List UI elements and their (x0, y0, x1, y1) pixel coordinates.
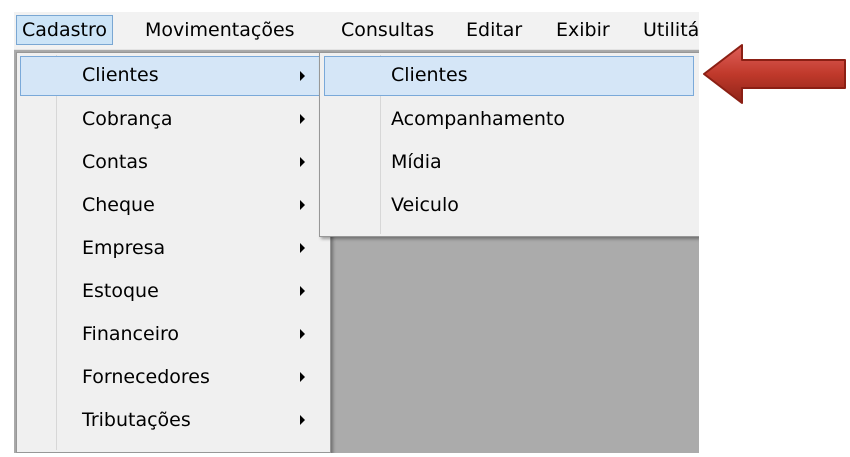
cadastro-item-fornecedores-label: Fornecedores (82, 366, 210, 388)
menu-cadastro-label: Cadastro (22, 19, 107, 41)
menu-editar[interactable]: Editar (460, 15, 528, 45)
cadastro-item-cobranca[interactable]: Cobrança (20, 99, 327, 139)
submenu-arrow-icon (300, 372, 305, 382)
submenu-item-veiculo-label: Veiculo (391, 194, 459, 216)
cadastro-item-clientes-label: Clientes (82, 64, 159, 86)
cadastro-item-cobranca-label: Cobrança (82, 108, 173, 130)
submenu-arrow-icon (300, 71, 305, 81)
cadastro-item-empresa-label: Empresa (82, 237, 166, 259)
submenu-item-midia-label: Mídia (391, 151, 442, 173)
cadastro-item-cheque[interactable]: Cheque (20, 185, 327, 225)
submenu-item-midia[interactable]: Mídia (324, 142, 694, 182)
submenu-arrow-icon (300, 286, 305, 296)
menu-consultas[interactable]: Consultas (335, 15, 440, 45)
submenu-item-acompanhamento[interactable]: Acompanhamento (324, 99, 694, 139)
application-window: Cadastro Movimentações Consultas Editar … (14, 12, 699, 453)
menu-exibir-label: Exibir (556, 19, 610, 41)
menu-exibir[interactable]: Exibir (550, 15, 616, 45)
cadastro-item-financeiro[interactable]: Financeiro (20, 314, 327, 354)
cadastro-item-contas-label: Contas (82, 151, 148, 173)
cadastro-item-fornecedores[interactable]: Fornecedores (20, 357, 327, 397)
menu-movimentacoes[interactable]: Movimentações (139, 15, 301, 45)
red-pointer-arrow-icon (703, 44, 846, 104)
submenu-arrow-icon (300, 114, 305, 124)
submenu-item-clientes-label: Clientes (391, 64, 468, 86)
menu-editar-label: Editar (466, 19, 523, 41)
submenu-arrow-icon (300, 200, 305, 210)
submenu-item-acompanhamento-label: Acompanhamento (391, 108, 565, 130)
submenu-arrow-icon (300, 329, 305, 339)
cadastro-item-cheque-label: Cheque (82, 194, 155, 216)
cadastro-item-contas[interactable]: Contas (20, 142, 327, 182)
cadastro-dropdown: Clientes Cobrança Contas Cheque Empresa … (16, 52, 331, 453)
submenu-arrow-icon (300, 243, 305, 253)
cadastro-item-clientes[interactable]: Clientes (20, 56, 327, 96)
menu-bar: Cadastro Movimentações Consultas Editar … (14, 12, 699, 50)
cadastro-item-tributacoes[interactable]: Tributações (20, 400, 327, 440)
cadastro-item-estoque-label: Estoque (82, 280, 159, 302)
cadastro-item-tributacoes-label: Tributações (82, 409, 191, 431)
cadastro-item-financeiro-label: Financeiro (82, 323, 179, 345)
submenu-arrow-icon (300, 415, 305, 425)
menu-movimentacoes-label: Movimentações (145, 19, 295, 41)
cadastro-item-empresa[interactable]: Empresa (20, 228, 327, 268)
submenu-item-clientes[interactable]: Clientes (324, 56, 694, 96)
submenu-arrow-icon (300, 157, 305, 167)
clientes-submenu: Clientes Acompanhamento Mídia Veiculo (319, 52, 699, 237)
menu-consultas-label: Consultas (341, 19, 435, 41)
cadastro-item-estoque[interactable]: Estoque (20, 271, 327, 311)
menu-utilitarios[interactable]: Utilitá (637, 15, 699, 45)
menu-cadastro[interactable]: Cadastro (16, 15, 113, 45)
menu-utilitarios-label: Utilitá (643, 19, 699, 41)
submenu-item-veiculo[interactable]: Veiculo (324, 185, 694, 225)
